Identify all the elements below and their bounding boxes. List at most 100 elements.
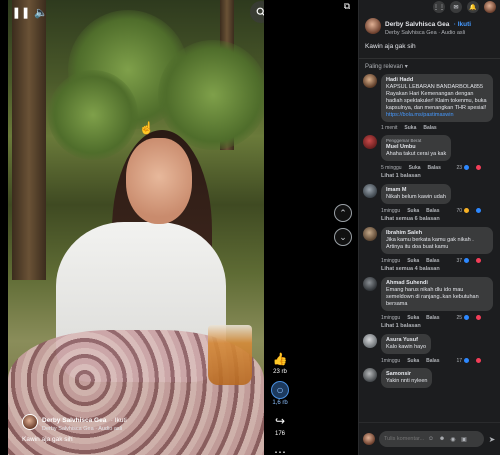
avatar[interactable] [365,18,381,34]
avatar[interactable] [363,433,375,445]
follow-link[interactable]: · Ikuti [111,417,127,424]
comment-action[interactable]: ○ 1,6 rb [271,381,289,406]
comment-time[interactable]: 1minggu [381,315,400,321]
sticker-icon[interactable]: ☺ [427,435,435,443]
reaction-summary[interactable]: 23 [456,164,489,171]
audio-label[interactable]: Derby Salvhisca Gea · Audio asli [385,29,471,37]
more-action[interactable]: ⋯ [271,443,289,455]
avatar[interactable] [363,74,377,88]
emoji-icon[interactable]: ☻ [438,435,446,443]
reaction-summary[interactable]: 37 [456,257,489,264]
comment-time[interactable]: 1minggu [381,208,400,214]
comment-actions: 1 menit Suka Balas [381,125,496,131]
chevron-down-icon: ⌄ [339,231,347,242]
like-icon[interactable]: 👍 [271,350,289,368]
gif-icon[interactable]: ▣ [460,435,468,443]
commenter-name[interactable]: Hadi Hadd [386,77,488,84]
messenger-icon[interactable]: ✉ [450,1,462,13]
exit-fullscreen-icon[interactable]: ⧉ [340,0,354,12]
like-comment-button[interactable]: Suka [407,358,419,364]
reaction-count: 70 [456,207,462,214]
comment-list: Hadi Hadd KAPSUL LEBARAN BANDARBOLA855 R… [359,70,500,388]
follow-link[interactable]: · Ikuti [454,21,471,28]
reaction-summary[interactable]: 25 [456,314,489,321]
commenter-name[interactable]: Asura Yusuf [386,337,426,344]
previous-reel-button[interactable]: ⌃ [334,204,352,222]
avatar[interactable] [363,368,377,382]
commenter-name[interactable]: Ibrahim Saleh [386,230,488,237]
commenter-name[interactable]: Ahmad Suhendi [386,280,488,287]
avatar[interactable] [22,414,38,430]
send-icon[interactable]: ➤ [487,434,497,444]
list-item: Ahmad Suhendi Emang harus nikah dlu ido … [363,277,496,329]
comment-time[interactable]: 5 minggu [381,165,402,171]
comment-bubble: Hadi Hadd KAPSUL LEBARAN BANDARBOLA855 R… [381,74,493,122]
reply-button[interactable]: Balas [426,315,439,321]
next-reel-button[interactable]: ⌄ [334,228,352,246]
like-comment-button[interactable]: Suka [409,165,421,171]
reply-button[interactable]: Balas [423,125,436,131]
comment-input[interactable] [384,436,424,442]
love-reaction-icon [475,257,482,264]
like-comment-button[interactable]: Suka [407,258,419,264]
love-reaction-icon [475,357,482,364]
reaction-count: 23 [456,164,462,171]
author-name[interactable]: Derby Salvhisca Gea [385,21,449,28]
commenter-name[interactable]: Imam M [386,187,446,194]
share-count: 176 [274,431,285,437]
like-comment-button[interactable]: Suka [407,208,419,214]
avatar[interactable] [363,135,377,149]
foliage [48,70,138,160]
pause-icon[interactable]: ❚❚ [12,5,30,19]
video-pane: ❚❚ 🔈 ☝ Derby Salvhisca Gea · Ikuti Derby… [0,0,358,455]
reply-button[interactable]: Balas [426,258,439,264]
reply-button[interactable]: Balas [428,165,441,171]
sort-dropdown[interactable]: Paling relevan ▾ [359,63,500,70]
comment-text: Emang harus nikah dlu ido mau semeldown … [386,287,479,307]
like-action[interactable]: 👍 23 rb [271,350,289,375]
comment-link[interactable]: https://bola.ms/pastimaswin [386,112,488,119]
video-player[interactable]: ❚❚ 🔈 ☝ Derby Salvhisca Gea · Ikuti Derby… [8,0,264,455]
reel-navigation: ⌃ ⌄ [334,204,352,252]
reaction-summary[interactable]: 70 [456,207,489,214]
view-replies-link[interactable]: Lihat 1 balasan [381,323,496,329]
comment-time[interactable]: 1minggu [381,258,400,264]
view-replies-link[interactable]: Lihat 1 balasan [381,173,496,179]
view-replies-link[interactable]: Lihat semua 4 balasan [381,266,496,272]
comment-time[interactable]: 1 menit [381,125,397,131]
list-item: Imam M Nikah belum kawin udah 1minggu Su… [363,184,496,222]
account-avatar[interactable] [484,1,496,13]
panel-header: ⋮⋮ ✉ 🔔 [359,0,500,14]
like-comment-button[interactable]: Suka [407,315,419,321]
volume-icon[interactable]: 🔈 [32,5,50,19]
reaction-count: 17 [456,357,462,364]
like-comment-button[interactable]: Suka [404,125,416,131]
haha-reaction-icon [463,207,470,214]
reply-button[interactable]: Balas [426,358,439,364]
view-replies-link[interactable]: Lihat semua 6 balasan [381,216,496,222]
notifications-icon[interactable]: 🔔 [467,1,479,13]
commenter-name[interactable]: Samonsir [386,371,427,378]
share-icon[interactable]: ↪ [271,412,289,430]
search-button[interactable] [250,1,264,23]
comment-icon[interactable]: ○ [271,381,289,399]
reaction-summary[interactable]: 17 [456,357,489,364]
comment-input-box[interactable]: ☺ ☻ ◉ ▣ [379,431,484,447]
author-name[interactable]: Derby Salvhisca Gea [42,417,106,424]
reply-button[interactable]: Balas [426,208,439,214]
audio-label[interactable]: Derby Salvhisca Gea · Audio asli [42,425,127,433]
share-action[interactable]: ↪ 176 [271,412,289,437]
avatar[interactable] [363,334,377,348]
camera-icon[interactable]: ◉ [449,435,457,443]
comment-text: Yakin nnti nyleen [386,378,428,384]
menu-grid-icon[interactable]: ⋮⋮ [433,1,445,13]
more-icon[interactable]: ⋯ [271,443,289,455]
comment-count: 1,6 rb [272,400,288,406]
avatar[interactable] [363,184,377,198]
avatar[interactable] [363,227,377,241]
like-reaction-icon [463,314,470,321]
commenter-name[interactable]: Muel Umbu [386,144,446,151]
like-reaction-icon [463,164,470,171]
comment-time[interactable]: 1minggu [381,358,400,364]
avatar[interactable] [363,277,377,291]
